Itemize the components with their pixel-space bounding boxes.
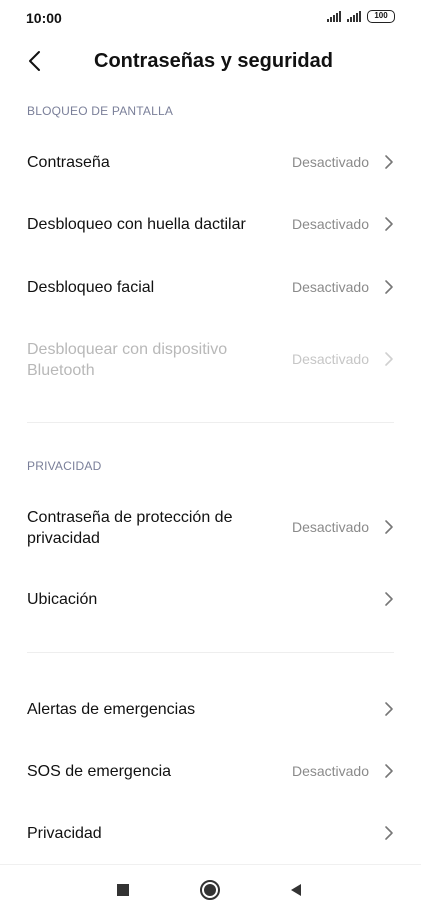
battery-level: 100: [374, 11, 388, 20]
row-emergency-sos[interactable]: SOS de emergencia Desactivado: [0, 746, 421, 796]
page-title: Contraseñas y seguridad: [94, 50, 333, 72]
chevron-right-icon: [385, 592, 393, 606]
row-password[interactable]: Contraseña Desactivado: [0, 137, 421, 187]
row-label: Privacidad: [27, 825, 102, 842]
row-value: Desactivado: [291, 763, 369, 779]
divider: [27, 422, 394, 423]
circle-icon: [200, 880, 220, 900]
status-bar: 10:00 100: [0, 0, 421, 36]
row-privacy-password[interactable]: Contraseña de protección de privacidad D…: [0, 502, 421, 552]
row-label: Alertas de emergencias: [27, 701, 196, 718]
divider: [27, 652, 394, 653]
status-time: 10:00: [26, 10, 62, 26]
row-fingerprint-unlock[interactable]: Desbloqueo con huella dactilar Desactiva…: [0, 199, 421, 249]
section-label-screen-lock: BLOQUEO DE PANTALLA: [27, 104, 174, 118]
row-value: Desactivado: [291, 519, 369, 535]
row-label: Contraseña: [27, 154, 110, 171]
row-emergency-alerts[interactable]: Alertas de emergencias: [0, 684, 421, 734]
home-button[interactable]: [198, 878, 222, 902]
row-label: Desbloqueo facial: [27, 279, 155, 296]
chevron-right-icon: [385, 155, 393, 169]
row-value: Desactivado: [291, 279, 369, 295]
back-button[interactable]: [24, 48, 48, 74]
square-icon: [117, 884, 129, 896]
row-value: Desactivado: [291, 351, 369, 367]
signal-icon: [327, 11, 341, 22]
chevron-right-icon: [385, 352, 393, 366]
section-label-privacy: PRIVACIDAD: [27, 459, 102, 473]
row-label: SOS de emergencia: [27, 763, 172, 780]
battery-icon: 100: [367, 10, 395, 23]
row-label: Contraseña de protección de privacidad: [27, 509, 233, 547]
row-bluetooth-unlock: Desbloquear con dispositivo Bluetooth De…: [0, 334, 421, 384]
status-icons: 100: [327, 10, 395, 23]
row-face-unlock[interactable]: Desbloqueo facial Desactivado: [0, 262, 421, 312]
recents-button[interactable]: [111, 878, 135, 902]
chevron-right-icon: [385, 520, 393, 534]
row-label: Desbloquear con dispositivo Bluetooth: [27, 341, 228, 379]
signal-icon: [347, 11, 361, 22]
chevron-right-icon: [385, 764, 393, 778]
chevron-left-icon: [29, 51, 40, 71]
row-privacy[interactable]: Privacidad: [0, 808, 421, 858]
row-label: Ubicación: [27, 591, 98, 608]
divider: [0, 864, 421, 865]
header: Contraseñas y seguridad: [0, 42, 421, 82]
row-label: Desbloqueo con huella dactilar: [27, 216, 246, 233]
chevron-right-icon: [385, 826, 393, 840]
chevron-right-icon: [385, 217, 393, 231]
row-value: Desactivado: [291, 154, 369, 170]
row-location[interactable]: Ubicación: [0, 574, 421, 624]
row-value: Desactivado: [291, 216, 369, 232]
back-nav-button[interactable]: [284, 878, 308, 902]
chevron-right-icon: [385, 702, 393, 716]
triangle-left-icon: [291, 884, 301, 896]
chevron-right-icon: [385, 280, 393, 294]
navigation-bar: [0, 866, 421, 914]
